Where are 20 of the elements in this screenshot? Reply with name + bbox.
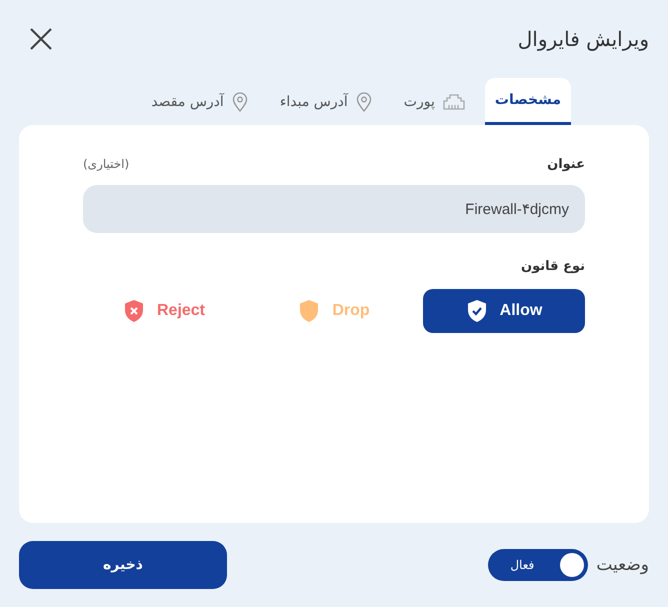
status-toggle[interactable]: فعال xyxy=(488,549,588,581)
location-pin-icon xyxy=(356,92,372,112)
tab[interactable]: پورت xyxy=(392,78,477,125)
shield-check-icon xyxy=(466,299,488,323)
tab[interactable]: مشخصات xyxy=(484,78,571,125)
close-icon[interactable] xyxy=(29,27,53,51)
shield-x-icon xyxy=(122,299,145,323)
window-title: ویرایش فایروال xyxy=(518,27,649,51)
optional-hint: (اختیاری) xyxy=(83,157,130,171)
title-input-field[interactable]: Firewall-۴djcmy xyxy=(83,185,585,233)
shield-icon xyxy=(298,299,320,323)
tab[interactable]: آدرس مقصد xyxy=(139,78,260,125)
tab[interactable]: آدرس مبداء xyxy=(268,78,384,125)
rule-type-option[interactable]: Allow xyxy=(423,289,585,333)
status-label: وضعیت xyxy=(596,555,649,575)
location-pin-icon xyxy=(232,92,248,112)
field-label: نوع قانون xyxy=(521,258,585,274)
field-label: عنوان xyxy=(547,156,585,172)
ethernet-port-icon xyxy=(442,94,465,110)
save-button[interactable]: ذخیره xyxy=(19,541,227,589)
